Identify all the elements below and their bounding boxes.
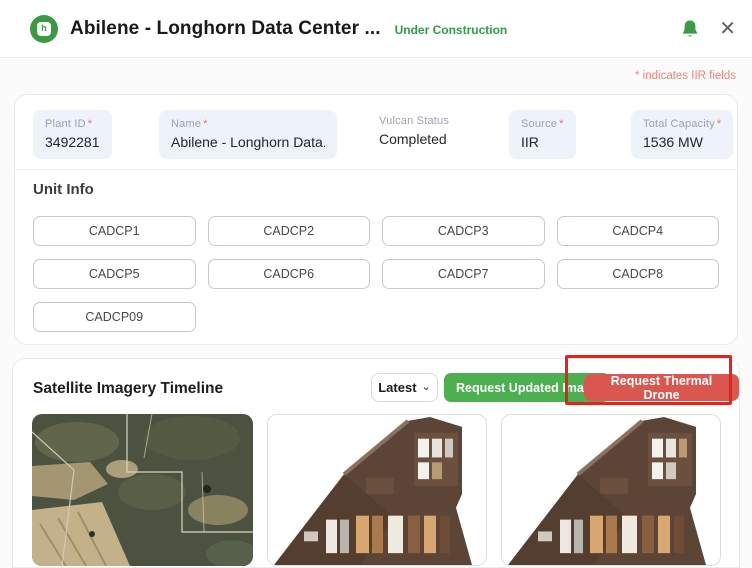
required-asterisk: * <box>87 118 93 130</box>
required-asterisk: * <box>716 118 722 130</box>
satellite-image-datacenter-1[interactable] <box>267 414 487 566</box>
logo-glyph: h <box>37 21 51 36</box>
unit-info-heading: Unit Info <box>33 181 94 198</box>
vulcan-status-label: Vulcan Status <box>379 115 450 127</box>
unit-button-cadcp09[interactable]: CADCP09 <box>33 302 196 332</box>
plant-id-field[interactable]: Plant ID * 3492281 <box>33 110 112 159</box>
unit-button-cadcp1[interactable]: CADCP1 <box>33 216 196 246</box>
vulcan-status-field: Vulcan Status Completed <box>379 115 449 147</box>
unit-button-cadcp5[interactable]: CADCP5 <box>33 259 196 289</box>
total-capacity-label: Total Capacity <box>643 118 715 130</box>
name-field[interactable]: Name * Abilene - Longhorn Data... <box>159 110 337 159</box>
satellite-image-farmland[interactable] <box>32 414 253 566</box>
divider <box>15 169 737 170</box>
name-label: Name <box>171 118 202 130</box>
unit-button-cadcp4[interactable]: CADCP4 <box>556 216 719 246</box>
total-capacity-value: 1536 MW <box>643 134 703 150</box>
name-value: Abilene - Longhorn Data... <box>171 134 325 150</box>
unit-button-cadcp6[interactable]: CADCP6 <box>207 259 370 289</box>
source-label: Source <box>521 118 558 130</box>
chevron-down-icon: ⌄ <box>421 381 431 393</box>
close-icon[interactable]: ✕ <box>719 19 736 39</box>
source-value: IIR <box>521 134 539 150</box>
plant-id-value: 3492281 <box>45 134 100 150</box>
unit-button-cadcp7[interactable]: CADCP7 <box>382 259 545 289</box>
total-capacity-field[interactable]: Total Capacity * 1536 MW <box>631 110 734 159</box>
plant-id-label: Plant ID <box>45 118 86 130</box>
modal-header: h Abilene - Longhorn Data Center ... Und… <box>0 0 752 58</box>
satellite-image-datacenter-2[interactable] <box>501 414 721 566</box>
bell-icon[interactable] <box>681 19 699 39</box>
request-thermal-drone-button[interactable]: Request Thermal Drone <box>584 374 739 402</box>
unit-grid: CADCP1 CADCP2 CADCP3 CADCP4 CADCP5 CADCP… <box>33 216 719 332</box>
iir-note: * indicates IIR fields <box>635 70 736 82</box>
unit-button-cadcp2[interactable]: CADCP2 <box>207 216 370 246</box>
plant-details-card: Plant ID * 3492281 Name * Abilene - Longho… <box>14 94 738 345</box>
satellite-timeline-heading: Satellite Imagery Timeline <box>33 380 224 397</box>
logo-icon: h <box>30 14 58 43</box>
latest-filter-dropdown[interactable]: Latest ⌄ <box>371 373 438 402</box>
satellite-timeline-card: Satellite Imagery Timeline Latest ⌄ Requ… <box>12 358 740 568</box>
page-title: Abilene - Longhorn Data Center ... <box>70 17 381 39</box>
unit-button-cadcp3[interactable]: CADCP3 <box>382 216 545 246</box>
status-badge: Under Construction <box>394 23 508 37</box>
source-field[interactable]: Source * IIR <box>509 110 576 159</box>
latest-filter-value: Latest <box>378 380 417 395</box>
vulcan-status-value: Completed <box>379 131 447 147</box>
required-asterisk: * <box>203 118 208 130</box>
required-asterisk: * <box>559 118 564 130</box>
unit-button-cadcp8[interactable]: CADCP8 <box>556 259 719 289</box>
